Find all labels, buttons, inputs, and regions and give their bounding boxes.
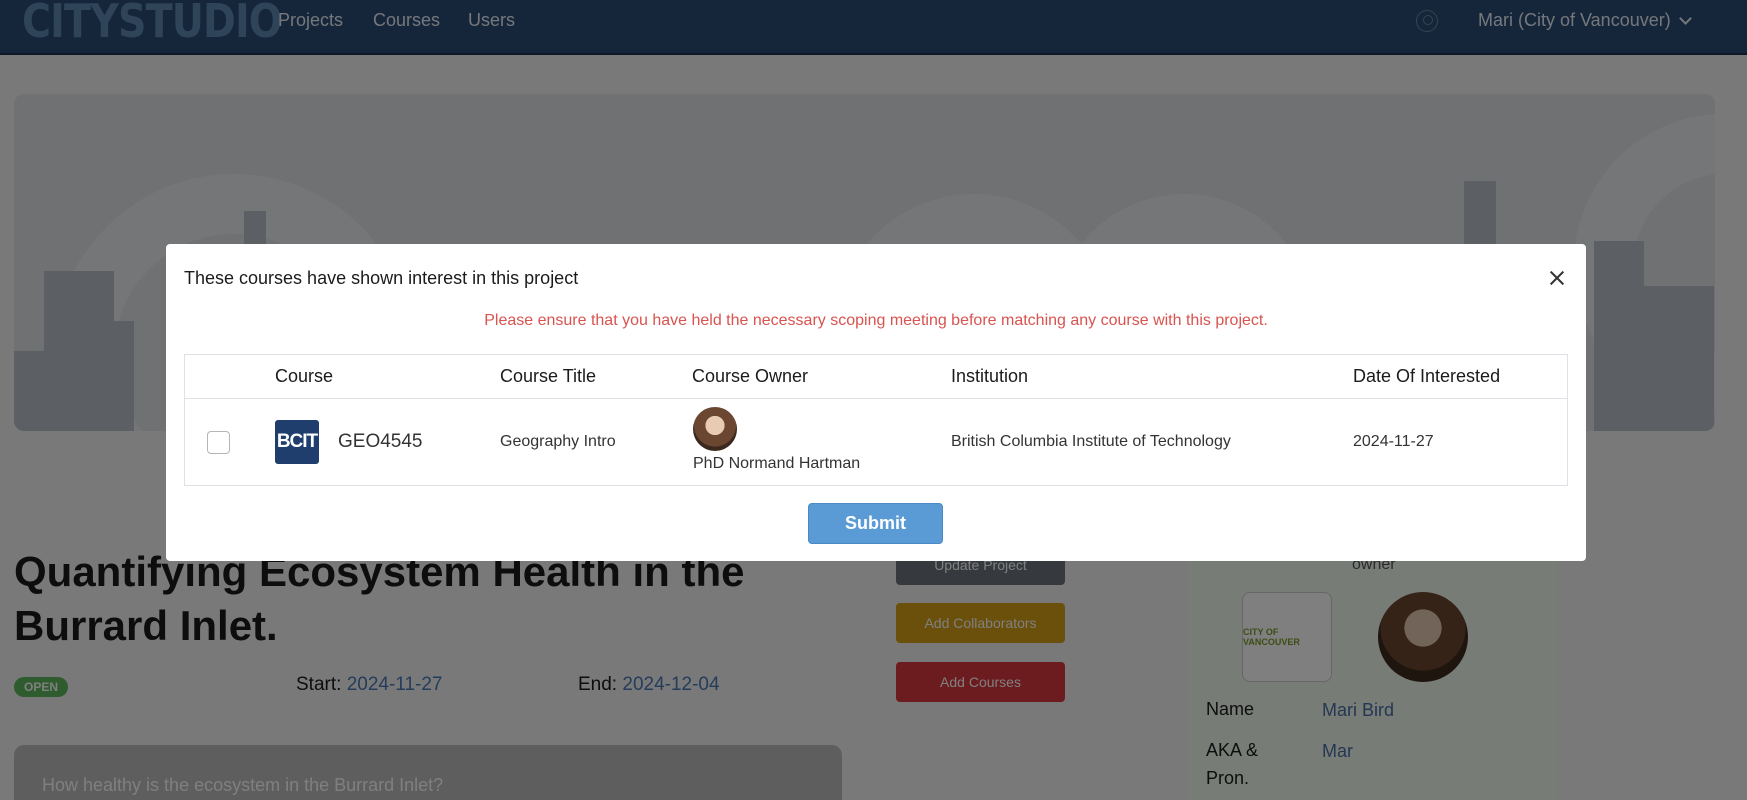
modal-title: These courses have shown interest in thi… — [184, 268, 579, 288]
column-header-date: Date Of Interested — [1353, 366, 1501, 386]
column-header-course: Course — [275, 366, 334, 386]
interested-courses-table: Course Course Title Course Owner Institu… — [184, 354, 1568, 486]
close-icon[interactable] — [1547, 268, 1567, 288]
course-title: Geography Intro — [500, 433, 616, 450]
interested-courses-modal: These courses have shown interest in thi… — [166, 244, 1586, 561]
course-owner-avatar — [693, 407, 737, 451]
column-header-institution: Institution — [951, 366, 1029, 386]
column-header-course-owner: Course Owner — [692, 366, 809, 386]
table-row: BCIT GEO4545 Geography Intro PhD Normand… — [185, 399, 1567, 486]
date-of-interest: 2024-11-27 — [1353, 433, 1434, 450]
institution-name: British Columbia Institute of Technology — [951, 433, 1231, 450]
column-header-course-title: Course Title — [500, 366, 597, 386]
institution-logo: BCIT — [275, 420, 319, 464]
submit-button[interactable]: Submit — [808, 503, 943, 544]
course-select-checkbox[interactable] — [207, 431, 230, 454]
course-owner-name: PhD Normand Hartman — [693, 455, 861, 472]
scoping-warning: Please ensure that you have held the nec… — [484, 312, 1268, 329]
course-code: GEO4545 — [338, 431, 423, 452]
table-header: Course Course Title Course Owner Institu… — [185, 355, 1567, 399]
